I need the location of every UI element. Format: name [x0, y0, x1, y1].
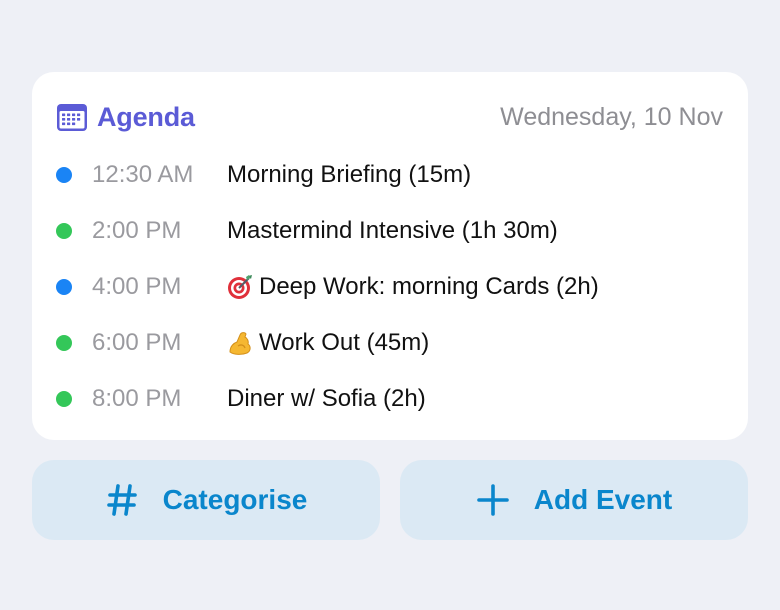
plus-icon	[476, 484, 509, 516]
event-dot	[56, 279, 72, 295]
event-row[interactable]: 12:30 AM Morning Briefing (15m)	[32, 147, 748, 203]
categorise-label: Categorise	[162, 484, 308, 515]
calendar-icon	[57, 104, 87, 131]
event-title-text: Diner w/ Sofia (2h)	[227, 385, 426, 412]
add-event-label: Add Event	[533, 484, 673, 515]
event-row[interactable]: 2:00 PM Mastermind Intensive (1h 30m)	[32, 203, 748, 259]
event-time: 8:00 PM	[92, 385, 182, 412]
event-title: Work Out (45m)	[227, 329, 429, 357]
event-time: 4:00 PM	[92, 273, 182, 300]
event-title: Mastermind Intensive (1h 30m)	[227, 217, 558, 245]
event-dot	[56, 335, 72, 351]
target-dart-icon	[228, 275, 252, 299]
event-row[interactable]: 6:00 PM Work Out (45m)	[32, 315, 748, 371]
event-dot	[56, 391, 72, 407]
agenda-title-group: Agenda	[56, 102, 195, 133]
categorise-button[interactable]: Categorise	[32, 460, 380, 540]
event-title: Morning Briefing (15m)	[227, 161, 471, 189]
add-event-button[interactable]: Add Event	[400, 460, 748, 540]
event-dot	[56, 167, 72, 183]
event-title-text: Deep Work: morning Cards (2h)	[259, 273, 599, 300]
agenda-card: Agenda Wednesday, 10 Nov 12:30 AM Mornin…	[32, 72, 748, 440]
event-row[interactable]: 4:00 PM Deep Work: morning Cards (2h)	[32, 259, 748, 315]
event-title: Deep Work: morning Cards (2h)	[227, 273, 599, 301]
event-time: 6:00 PM	[92, 329, 182, 356]
event-row[interactable]: 8:00 PM Diner w/ Sofia (2h)	[32, 371, 748, 427]
event-time: 12:30 AM	[92, 161, 194, 188]
event-title-text: Morning Briefing (15m)	[227, 161, 472, 188]
agenda-date: Wednesday, 10 Nov	[500, 102, 723, 131]
event-time: 2:00 PM	[92, 217, 182, 244]
hashtag-icon	[106, 484, 137, 516]
event-title-text: Work Out (45m)	[259, 329, 430, 356]
event-title-text: Mastermind Intensive (1h 30m)	[227, 217, 558, 244]
flexed-bicep-icon	[229, 332, 251, 355]
event-dot	[56, 223, 72, 239]
agenda-title: Agenda	[97, 101, 195, 132]
agenda-header: Agenda Wednesday, 10 Nov	[56, 100, 723, 134]
event-title: Diner w/ Sofia (2h)	[227, 385, 426, 413]
